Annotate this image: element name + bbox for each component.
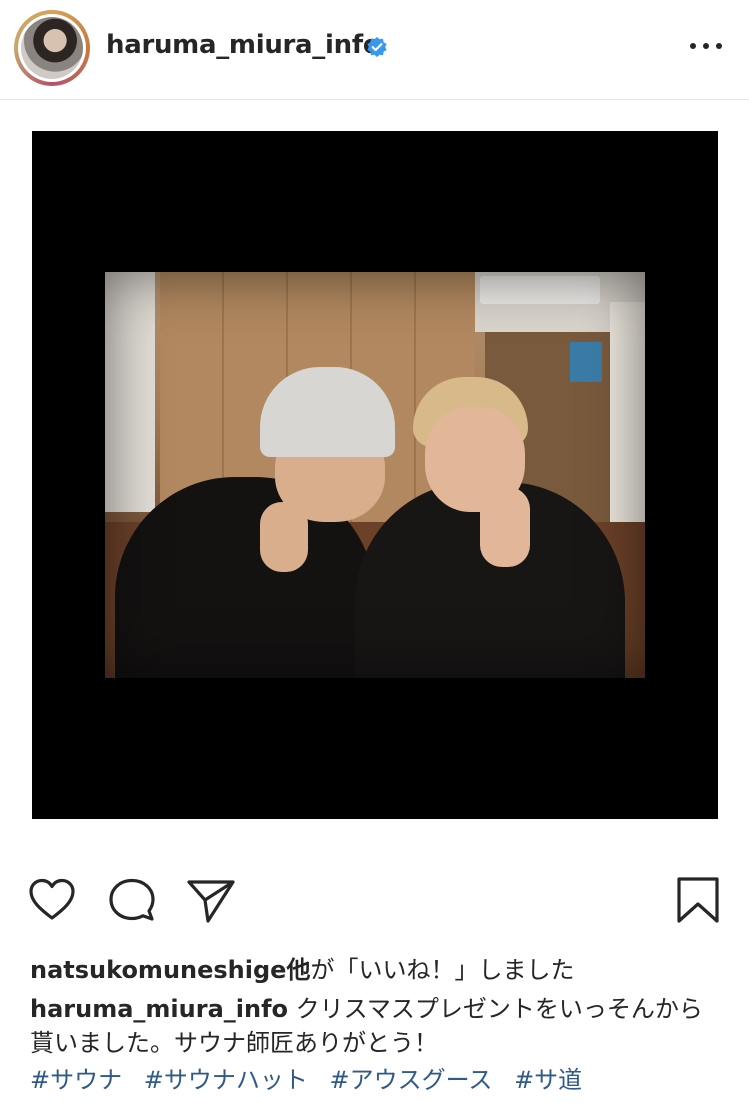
- send-icon[interactable]: [186, 878, 236, 924]
- likes-line[interactable]: natsukomuneshige他が「いいね！」しました: [30, 950, 574, 985]
- post-header: haruma_miura_info: [0, 0, 749, 100]
- hashtag[interactable]: #アウスグース: [330, 1066, 493, 1094]
- likes-suffix: が「いいね！」しました: [310, 956, 575, 984]
- username[interactable]: haruma_miura_info: [106, 30, 381, 60]
- comment-icon[interactable]: [108, 878, 156, 924]
- post-photo: [105, 272, 645, 678]
- ellipsis-icon[interactable]: [688, 34, 724, 58]
- action-bar: [0, 860, 749, 940]
- bookmark-icon[interactable]: [676, 876, 720, 924]
- hashtag[interactable]: #サ道: [514, 1066, 582, 1094]
- caption-username[interactable]: haruma_miura_info: [30, 995, 288, 1023]
- hashtags: #サウナ #サウナハット #アウスグース #サ道: [30, 1060, 596, 1095]
- hashtag[interactable]: #サウナハット: [144, 1066, 308, 1094]
- verified-badge-icon: [366, 36, 388, 58]
- liked-by-user[interactable]: natsukomuneshige他: [30, 956, 310, 984]
- heart-icon[interactable]: [28, 878, 76, 922]
- post-image[interactable]: [32, 131, 718, 819]
- avatar-photo: [21, 17, 83, 79]
- avatar[interactable]: [14, 10, 90, 86]
- hashtag[interactable]: #サウナ: [30, 1066, 122, 1094]
- caption: haruma_miura_info クリスマスプレゼントをいっそんから貰いました…: [30, 992, 720, 1060]
